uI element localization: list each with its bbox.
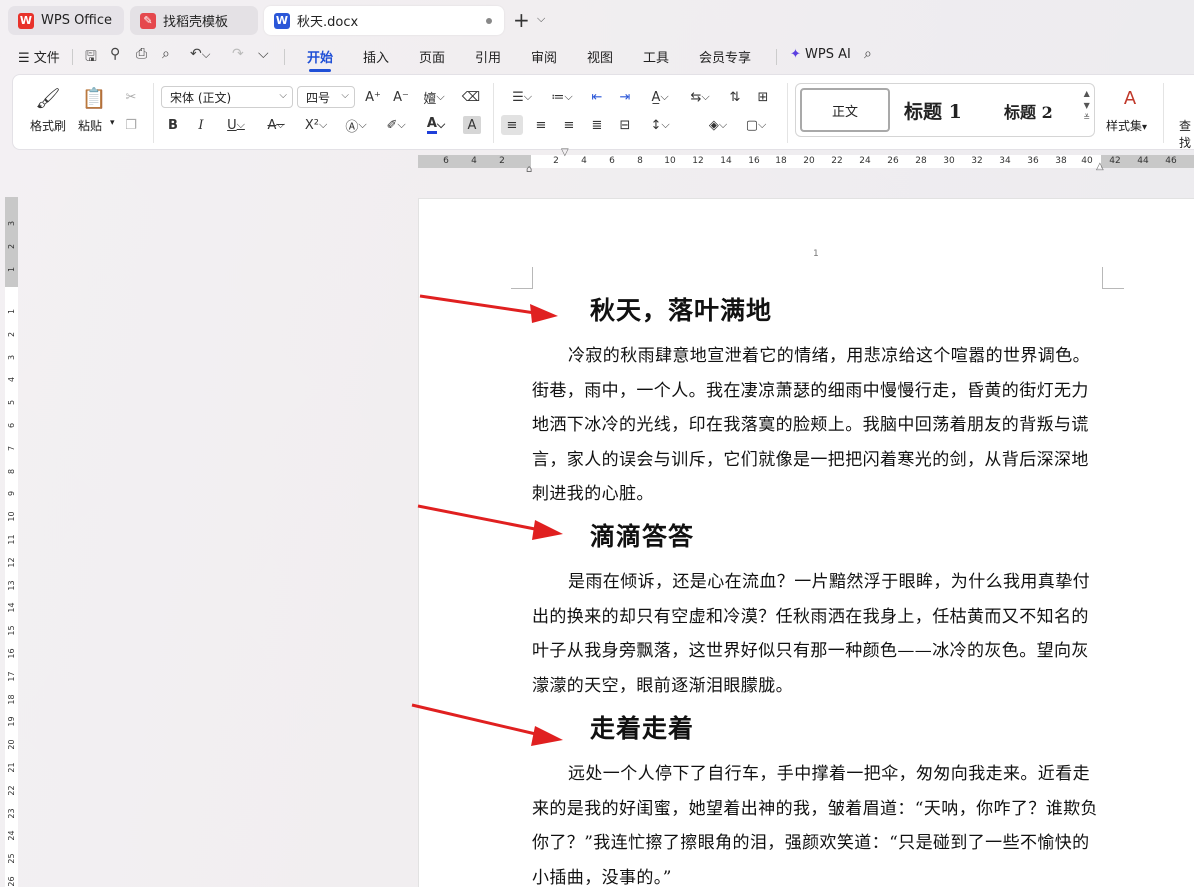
paragraph-2[interactable]: 是雨在倾诉，还是心在流血？一片黯然浮于眼眸，为什么我用真挚付出的换来的却只有空虚…	[532, 565, 1100, 703]
styles-gallery: 正文 标题 1 标题 2 ▲ ▼ ≚	[795, 83, 1095, 137]
ruler-number: 10	[664, 156, 676, 166]
heading-3[interactable]: 走着走着	[590, 709, 694, 745]
menu-tab-tools[interactable]: 工具	[643, 47, 669, 66]
paragraph-shading-icon[interactable]: ◈ ⌵	[703, 115, 733, 135]
ruler-number: 22	[831, 156, 843, 166]
distributed-align-icon[interactable]: ⊟	[615, 115, 635, 135]
ruler-number: 8	[637, 156, 643, 166]
menu-tab-member[interactable]: 会员专享	[699, 47, 751, 66]
style-set-button[interactable]: 样式集▾	[1106, 117, 1147, 134]
text-direction-icon[interactable]: ⇆ ⌵	[685, 87, 715, 107]
style-set-icon[interactable]: A	[1117, 85, 1143, 111]
ruler-number: 36	[1027, 156, 1039, 166]
ruler-number: 14	[720, 156, 732, 166]
chevron-down-icon[interactable]: ▼	[1083, 100, 1090, 112]
wps-ai-icon: ✦	[790, 47, 801, 62]
ruler-number: 24	[859, 156, 871, 166]
ruler-number: 42	[1109, 156, 1121, 166]
ruler-number: 32	[971, 156, 983, 166]
find-button[interactable]: 查找	[1179, 117, 1194, 151]
ruler-number: 40	[1081, 156, 1093, 166]
style-normal[interactable]: 正文	[800, 88, 890, 132]
paragraph-1[interactable]: 冷寂的秋雨肆意地宣泄着它的情绪，用悲凉给这个喧嚣的世界调色。街巷，雨中，一个人。…	[532, 339, 1100, 512]
style-heading-2[interactable]: 标题 2	[1004, 99, 1053, 123]
red-arrow-icon	[411, 703, 563, 746]
chinese-layout-icon[interactable]: A̲ ⌵	[645, 87, 675, 107]
style-heading-1[interactable]: 标题 1	[904, 97, 962, 124]
ruler-number: 6	[609, 156, 615, 166]
paragraph-3[interactable]: 远处一个人停下了自行车，手中撑着一把伞，匆匆向我走来。近看走来的是我的好闺蜜，她…	[532, 757, 1100, 887]
red-arrow-icon	[417, 504, 563, 540]
page-number: 1	[813, 249, 819, 259]
sort-icon[interactable]: ⇅	[725, 87, 745, 107]
wps-ai-button[interactable]: ✦ WPS AI	[790, 47, 851, 62]
expand-icon[interactable]: ≚	[1083, 112, 1090, 124]
ruler-number: 28	[915, 156, 927, 166]
divider	[787, 83, 788, 143]
ruler-number: 34	[999, 156, 1011, 166]
borders-icon[interactable]: ▢ ⌵	[741, 115, 771, 135]
increase-indent-icon[interactable]: ⇥	[615, 87, 635, 107]
ruler-number: 16	[748, 156, 760, 166]
ruler-number: 26	[887, 156, 899, 166]
styles-scroll[interactable]: ▲ ▼ ≚	[1083, 88, 1090, 124]
ruler-number: 18	[775, 156, 787, 166]
margin-corner-right	[1102, 267, 1124, 289]
heading-2[interactable]: 滴滴答答	[590, 517, 694, 553]
search-icon[interactable]: ⌕	[864, 46, 872, 62]
ruler-number: 30	[943, 156, 955, 166]
line-spacing-icon[interactable]: ↕ ⌵	[645, 115, 675, 135]
chevron-up-icon[interactable]: ▲	[1083, 88, 1090, 100]
divider	[1163, 83, 1164, 143]
red-arrow-icon	[419, 294, 558, 323]
annotation-arrows	[411, 294, 563, 746]
ruler-number: 46	[1165, 156, 1177, 166]
show-marks-icon[interactable]: ⊞	[753, 87, 773, 107]
ruler-number: 20	[803, 156, 815, 166]
ruler-number: 12	[692, 156, 704, 166]
heading-1[interactable]: 秋天，落叶满地	[590, 291, 772, 327]
ruler-number: 38	[1055, 156, 1067, 166]
ruler-number: 44	[1137, 156, 1149, 166]
divider	[776, 49, 777, 65]
right-indent-marker[interactable]: △	[1096, 161, 1104, 172]
